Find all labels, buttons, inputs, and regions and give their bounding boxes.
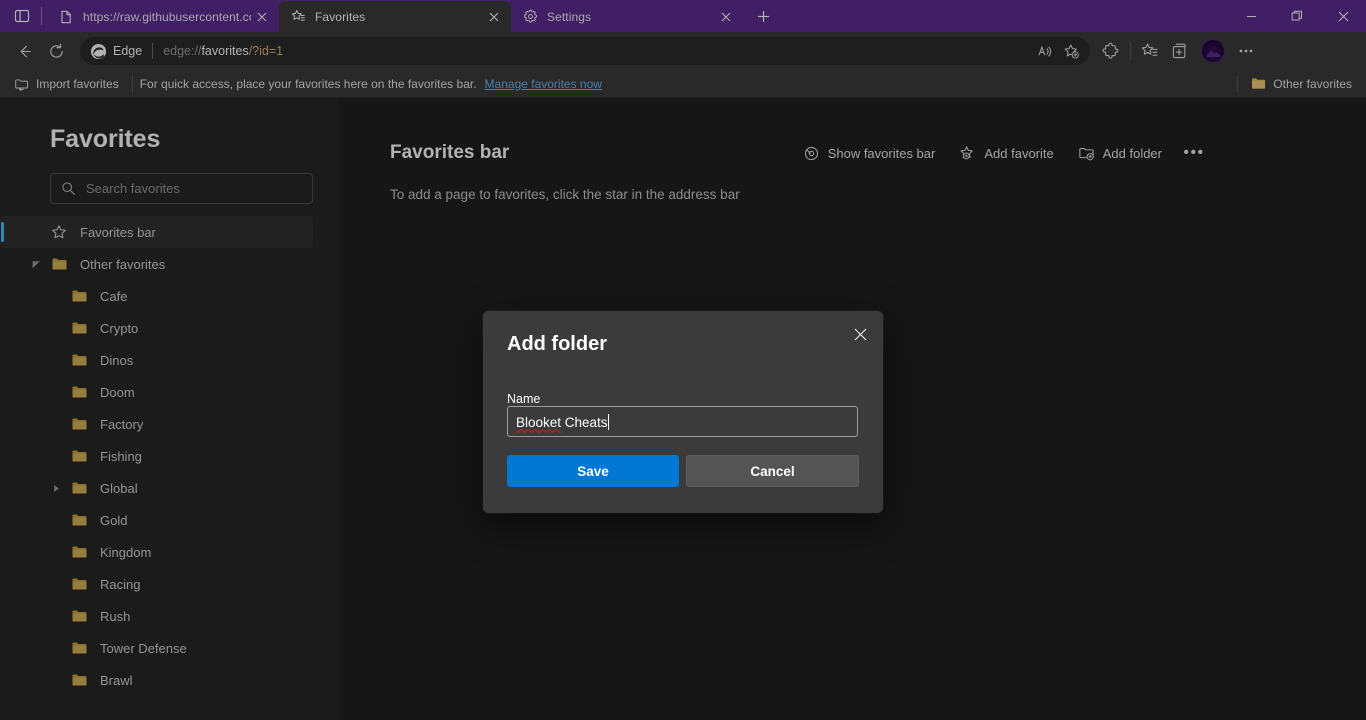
add-folder-dialog: Add folder Name Blooket Cheats Save Canc…: [483, 311, 883, 513]
dialog-close-button[interactable]: [845, 319, 875, 349]
close-icon: [854, 328, 867, 341]
save-button[interactable]: Save: [507, 455, 679, 487]
dialog-buttons: Save Cancel: [507, 455, 859, 487]
name-value-rest: Cheats: [561, 415, 608, 430]
misspelled-word: Blooket: [516, 415, 561, 430]
name-field-label: Name: [507, 392, 540, 406]
text-caret: [608, 414, 609, 430]
cancel-button[interactable]: Cancel: [686, 455, 859, 487]
dialog-title: Add folder: [507, 333, 607, 356]
folder-name-value: Blooket Cheats: [516, 414, 609, 430]
folder-name-input[interactable]: Blooket Cheats: [507, 406, 858, 437]
